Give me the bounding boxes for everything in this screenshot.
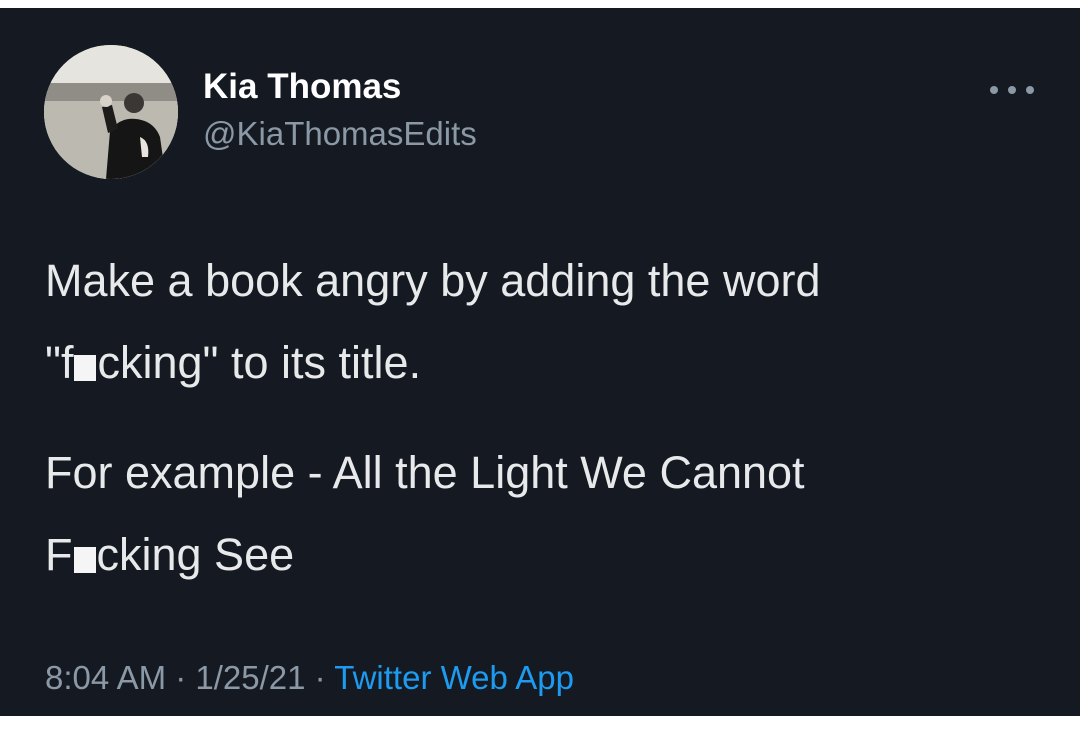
tweet-time[interactable]: 8:04 AM bbox=[45, 659, 166, 696]
meta-separator: · bbox=[166, 659, 196, 696]
more-dot bbox=[990, 86, 998, 94]
author-name[interactable]: Kia Thomas bbox=[203, 66, 401, 108]
profile-photo bbox=[44, 45, 178, 179]
tweet-line: Fcking See bbox=[45, 514, 805, 596]
tweet-line: Make a book angry by adding the word bbox=[45, 255, 821, 306]
tweet-source-link[interactable]: Twitter Web App bbox=[334, 659, 574, 696]
tweet-text-fragment: cking See bbox=[96, 529, 295, 580]
tweet-card: Kia Thomas @KiaThomasEdits Make a book a… bbox=[0, 8, 1080, 716]
tweet-text-fragment: "f bbox=[45, 337, 74, 388]
more-dot bbox=[1008, 86, 1016, 94]
tweet-paragraph-1: Make a book angry by adding the word "f c… bbox=[45, 240, 820, 404]
tweet-date[interactable]: 1/25/21 bbox=[195, 659, 305, 696]
tweet-text-fragment: cking" to its title. bbox=[97, 337, 422, 388]
tweet-line: For example - All the Light We Cannot bbox=[45, 447, 805, 498]
tweet-meta: 8:04 AM · 1/25/21 · Twitter Web App bbox=[45, 656, 574, 700]
more-dot bbox=[1026, 86, 1034, 94]
redaction-box bbox=[74, 355, 97, 381]
avatar[interactable] bbox=[44, 45, 178, 179]
tweet-line: "f cking" to its title. bbox=[45, 322, 820, 404]
tweet-paragraph-2: For example - All the Light We Cannot Fc… bbox=[45, 432, 805, 596]
tweet-text-fragment: F bbox=[45, 529, 73, 580]
meta-separator: · bbox=[305, 659, 335, 696]
redaction-box bbox=[73, 547, 96, 573]
author-handle[interactable]: @KiaThomasEdits bbox=[203, 114, 477, 154]
more-horizontal-icon[interactable] bbox=[990, 80, 1034, 100]
